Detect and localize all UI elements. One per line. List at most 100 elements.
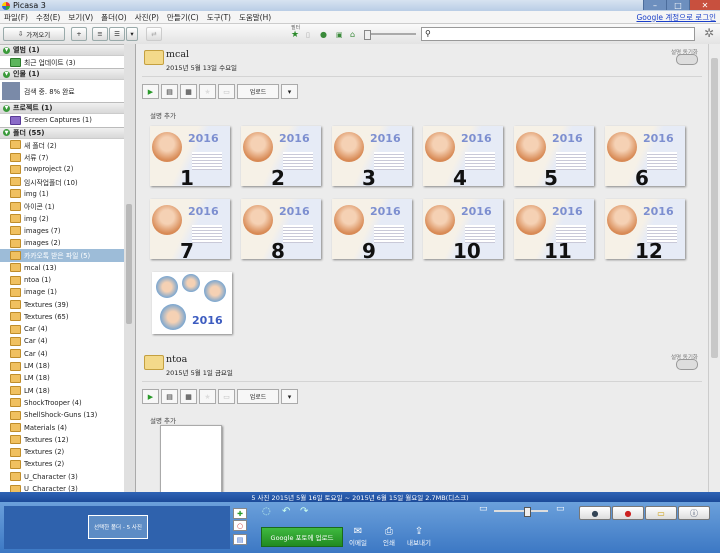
- info-panel-button[interactable]: ⓘ: [678, 506, 710, 520]
- collage-icon[interactable]: ▦: [180, 84, 197, 99]
- video-filter-icon[interactable]: ▯: [306, 31, 310, 39]
- list-view-icon[interactable]: ≡: [92, 27, 108, 41]
- google-signin-link[interactable]: Google 계정으로 로그인: [636, 12, 716, 23]
- save-icon[interactable]: ▭: [218, 84, 235, 99]
- sync-toggle[interactable]: [676, 359, 698, 370]
- folder-item[interactable]: LM (18): [0, 385, 124, 397]
- sidebar-scrollbar[interactable]: [124, 44, 136, 492]
- sidebar-item-screen-captures[interactable]: Screen Captures (1): [0, 114, 124, 126]
- folder-item[interactable]: ntoa (1): [0, 274, 124, 286]
- rotate-icon[interactable]: ◌: [262, 506, 271, 517]
- folder-item[interactable]: img (1): [0, 188, 124, 200]
- photo-thumbnail[interactable]: 2016 2: [241, 126, 321, 186]
- people-panel-button[interactable]: ●: [579, 506, 611, 520]
- zoom-out-icon[interactable]: ▭: [479, 504, 488, 514]
- folder-item[interactable]: Textures (39): [0, 298, 124, 310]
- filter-slider[interactable]: [364, 30, 416, 40]
- zoom-slider[interactable]: [494, 507, 548, 517]
- photo-thumbnail[interactable]: 2016 12: [605, 199, 685, 259]
- photo-thumbnail[interactable]: 2016 4: [423, 126, 503, 186]
- folder-item[interactable]: 임시작업폴더 (10): [0, 175, 124, 187]
- section-header-albums[interactable]: ▼ 앨범 (1): [0, 44, 124, 56]
- maximize-button[interactable]: □: [666, 0, 689, 10]
- tree-view-icon[interactable]: ☰: [109, 27, 125, 41]
- upload-button[interactable]: 업로드: [237, 84, 279, 99]
- print-button[interactable]: ⎙ 인쇄: [374, 526, 404, 547]
- gear-icon[interactable]: ✲: [704, 26, 714, 40]
- folder-item[interactable]: ShellShock-Guns (13): [0, 409, 124, 421]
- sidebar-item-recent[interactable]: 최근 업데이트 (3): [0, 56, 124, 68]
- folder-item[interactable]: Textures (65): [0, 311, 124, 323]
- sync-icon[interactable]: ⇄: [146, 27, 162, 41]
- minimize-button[interactable]: –: [643, 0, 666, 10]
- star-icon[interactable]: ★: [199, 389, 216, 404]
- main-scrollbar[interactable]: [708, 44, 720, 492]
- folder-item[interactable]: image (1): [0, 286, 124, 298]
- slideshow-icon[interactable]: ▤: [161, 389, 178, 404]
- folder-item[interactable]: Materials (4): [0, 421, 124, 433]
- collage-icon[interactable]: ▦: [180, 389, 197, 404]
- folder-item[interactable]: 카카오톡 받은 파일 (5): [0, 249, 124, 262]
- folder-item[interactable]: Textures (2): [0, 458, 124, 470]
- folder-item[interactable]: U_Character (3): [0, 483, 124, 492]
- slideshow-icon[interactable]: ▤: [161, 84, 178, 99]
- folder-item[interactable]: nowproject (2): [0, 163, 124, 175]
- folder-item[interactable]: ShockTrooper (4): [0, 397, 124, 409]
- photo-thumbnail[interactable]: 2016 7: [150, 199, 230, 259]
- zoom-in-icon[interactable]: ▭: [556, 504, 565, 514]
- section-header-projects[interactable]: ▼ 프로젝트 (1): [0, 102, 124, 115]
- people-filter-icon[interactable]: ●: [320, 30, 327, 39]
- folder-item[interactable]: LM (18): [0, 372, 124, 384]
- menu-create[interactable]: 만들기(C): [163, 12, 203, 23]
- save-icon[interactable]: ▭: [218, 389, 235, 404]
- album-name[interactable]: mcal: [166, 49, 189, 60]
- upload-dropdown-icon[interactable]: ▾: [281, 389, 298, 404]
- folder-item[interactable]: Car (4): [0, 323, 124, 335]
- photo-thumbnail[interactable]: 2016 10: [423, 199, 503, 259]
- star-filter-icon[interactable]: ★: [291, 30, 299, 40]
- section-header-folders[interactable]: ▼ 폴더 (55): [0, 126, 124, 139]
- album-description[interactable]: 설명 추가: [150, 415, 176, 425]
- folder-item[interactable]: U_Character (3): [0, 471, 124, 483]
- places-panel-button[interactable]: ●: [612, 506, 644, 520]
- add-to-album-icon[interactable]: ▤: [233, 534, 247, 545]
- folder-item[interactable]: 서류 (7): [0, 151, 124, 163]
- photo-thumbnail[interactable]: 2016 6: [605, 126, 685, 186]
- menu-help[interactable]: 도움말(H): [235, 12, 275, 23]
- section-header-people[interactable]: ▼ 인물 (1): [0, 68, 124, 81]
- play-icon[interactable]: ▶: [142, 389, 159, 404]
- menu-picture[interactable]: 사진(P): [131, 12, 163, 23]
- export-button[interactable]: ⇪ 내보내기: [404, 526, 434, 547]
- album-description[interactable]: 설명 추가: [150, 110, 176, 120]
- folder-item[interactable]: 아이콘 (1): [0, 200, 124, 212]
- menu-folder[interactable]: 폴더(O): [97, 12, 131, 23]
- folder-item[interactable]: images (2): [0, 237, 124, 249]
- photo-thumbnail[interactable]: 2016 9: [332, 199, 412, 259]
- clear-icon[interactable]: ○: [233, 520, 247, 531]
- folder-item[interactable]: images (7): [0, 225, 124, 237]
- scroll-thumb[interactable]: [711, 58, 718, 358]
- view-dropdown-icon[interactable]: ▾: [126, 27, 138, 41]
- menu-edit[interactable]: 수정(E): [32, 12, 64, 23]
- import-button[interactable]: ⇩ 가져오기: [3, 27, 65, 41]
- rotate-left-icon[interactable]: ↶: [282, 506, 290, 517]
- menu-tools[interactable]: 도구(T): [203, 12, 235, 23]
- folder-item[interactable]: LM (18): [0, 360, 124, 372]
- album-name[interactable]: ntoa: [166, 354, 187, 365]
- hold-icon[interactable]: ✚: [233, 508, 247, 519]
- photo-thumbnail[interactable]: 2016 5: [514, 126, 594, 186]
- play-icon[interactable]: ▶: [142, 84, 159, 99]
- google-photos-upload-button[interactable]: Google 포토에 업로드: [261, 527, 343, 547]
- folder-item[interactable]: 새 폴더 (2): [0, 139, 124, 151]
- folder-item[interactable]: Textures (2): [0, 446, 124, 458]
- email-button[interactable]: ✉ 이메일: [343, 526, 373, 547]
- menu-file[interactable]: 파일(F): [0, 12, 32, 23]
- photo-thumbnail[interactable]: 2016 11: [514, 199, 594, 259]
- sidebar-item-people-scan[interactable]: 검색 중. 8% 완료: [0, 80, 124, 102]
- star-icon[interactable]: ★: [199, 84, 216, 99]
- folder-item[interactable]: Textures (12): [0, 434, 124, 446]
- slider-handle[interactable]: [364, 30, 371, 40]
- upload-dropdown-icon[interactable]: ▾: [281, 84, 298, 99]
- search-input[interactable]: ⚲: [421, 27, 695, 41]
- photo-thumbnail[interactable]: 2016 1: [150, 126, 230, 186]
